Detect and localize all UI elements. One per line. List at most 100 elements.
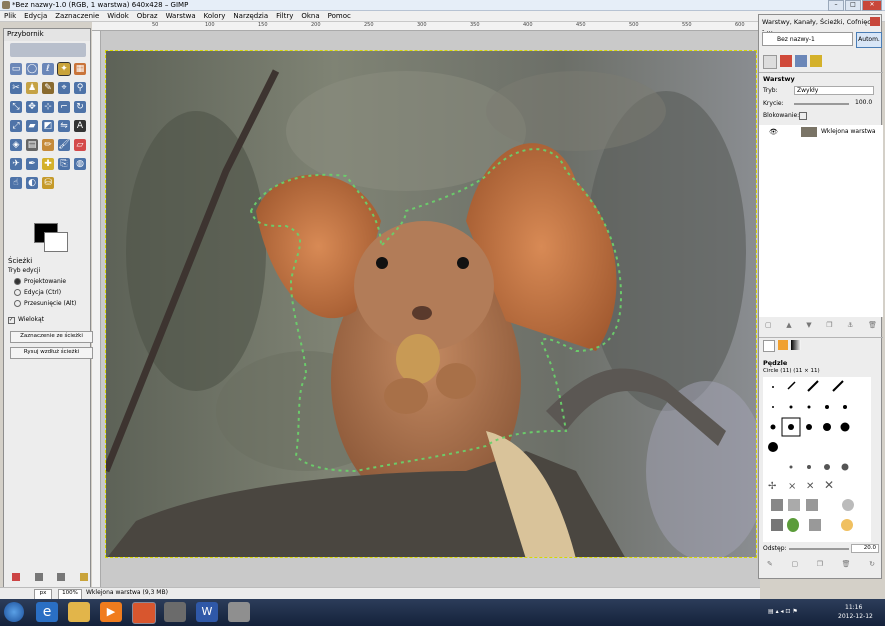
flip-icon[interactable]: ⇋	[58, 120, 70, 132]
menu-obraz[interactable]: Obraz	[133, 11, 162, 21]
align-icon[interactable]: ⊹	[42, 101, 54, 113]
image-canvas[interactable]	[105, 50, 757, 558]
edit-brush-icon[interactable]: ✎	[767, 560, 773, 568]
text-icon[interactable]: A	[74, 120, 86, 132]
gradient-icon[interactable]: ▤	[26, 139, 38, 151]
gimp-app-icon[interactable]	[228, 602, 250, 622]
color-select-icon[interactable]: ▦	[74, 63, 86, 75]
menu-okna[interactable]: Okna	[297, 11, 323, 21]
lower-layer-icon[interactable]: ▼	[806, 321, 811, 329]
start-button[interactable]	[4, 602, 24, 622]
maximize-button[interactable]: □	[845, 0, 861, 11]
opacity-value[interactable]: 100.0	[855, 99, 872, 106]
dodge-burn-icon[interactable]: ◐	[26, 177, 38, 189]
airbrush-icon[interactable]: ✈	[10, 158, 22, 170]
tab-gradients[interactable]	[791, 340, 801, 350]
raise-layer-icon[interactable]: ▲	[786, 321, 791, 329]
clock-time[interactable]: 11:16	[845, 604, 862, 611]
spacing-value[interactable]: 20.0	[851, 544, 879, 553]
wilber-drop-area[interactable]	[10, 43, 86, 57]
mode-edit-option[interactable]: Edycja (Ctrl)	[14, 289, 61, 296]
smudge-icon[interactable]: ☝	[10, 177, 22, 189]
tab-paths[interactable]	[795, 55, 807, 67]
perspective-icon[interactable]: ◩	[42, 120, 54, 132]
menu-warstwa[interactable]: Warstwa	[162, 11, 200, 21]
paths-icon[interactable]: ✎	[42, 82, 54, 94]
new-brush-icon[interactable]: ▢	[791, 560, 798, 568]
scissors-icon[interactable]: ✂	[10, 82, 22, 94]
polygonal-checkbox[interactable]: ✓ Wielokąt	[8, 316, 44, 324]
menu-narzedzia[interactable]: Narzędzia	[229, 11, 272, 21]
ellipse-select-icon[interactable]: ◯	[26, 63, 38, 75]
new-layer-icon[interactable]: ▢	[765, 321, 772, 329]
menu-pomoc[interactable]: Pomoc	[324, 11, 355, 21]
firefox-icon[interactable]	[132, 602, 156, 624]
tab-undo[interactable]	[810, 55, 822, 67]
color-picker-icon[interactable]: ⌖	[58, 82, 70, 94]
minimize-button[interactable]: –	[828, 0, 844, 11]
close-button[interactable]: ✕	[862, 0, 882, 11]
rect-select-icon[interactable]: ▭	[10, 63, 22, 75]
pencil-icon[interactable]: ✏	[42, 139, 54, 151]
rotate-icon[interactable]: ↻	[74, 101, 86, 113]
cage-icon[interactable]: ◈	[10, 139, 22, 151]
visibility-eye-icon[interactable]: 👁	[769, 128, 778, 136]
blur-icon[interactable]: ◍	[74, 158, 86, 170]
vertical-ruler[interactable]	[92, 31, 101, 587]
auto-button[interactable]: Autom.	[856, 32, 882, 48]
menu-widok[interactable]: Widok	[103, 11, 133, 21]
tab-patterns[interactable]	[778, 340, 788, 350]
stroke-path-button[interactable]: Rysuj wzdłuż ścieżki	[10, 347, 93, 359]
delete-brush-icon[interactable]: 🗑	[842, 560, 851, 568]
refresh-brushes-icon[interactable]: ↻	[869, 560, 875, 568]
duplicate-brush-icon[interactable]: ❐	[817, 560, 823, 568]
shear-icon[interactable]: ▰	[26, 120, 38, 132]
layer-mode-select[interactable]: Zwykły	[794, 86, 874, 95]
lock-pixels-checkbox[interactable]	[799, 112, 807, 120]
layers-list[interactable]	[759, 139, 883, 317]
restore-options-icon[interactable]	[34, 573, 43, 581]
media-player-icon[interactable]: ▶	[100, 602, 122, 622]
scale-icon[interactable]: ⤢	[10, 120, 22, 132]
anchor-layer-icon[interactable]: ⚓	[847, 321, 853, 329]
word-icon[interactable]: W	[196, 602, 218, 622]
ink-icon[interactable]: ✒	[26, 158, 38, 170]
tab-layers[interactable]	[763, 55, 777, 69]
crop-icon[interactable]: ⌐	[58, 101, 70, 113]
mode-move-option[interactable]: Przesunięcie (Alt)	[14, 300, 76, 307]
measure-icon[interactable]: ⤡	[10, 101, 22, 113]
tray-icons[interactable]: ▤ ▴ ◂ ⊡ ⚑	[768, 608, 798, 615]
paintbrush-icon[interactable]: 🖌	[58, 139, 70, 151]
internet-explorer-icon[interactable]: e	[36, 602, 58, 622]
zoom-icon[interactable]: ⚲	[74, 82, 86, 94]
lasso-icon[interactable]: ℓ	[42, 63, 54, 75]
selection-from-path-button[interactable]: Zaznaczenie ze ścieżki	[10, 331, 93, 343]
toolbox-window[interactable]: Przybornik ▭ ◯ ℓ ✦ ▦ ✂ ♟ ✎ ⌖ ⚲ ⤡ ✥ ⊹ ⌐ ↻ ⤢ ▰ ◩ ⇋ A ◈ ▤ ✏ 🖌 ▱ ✈ ✒ ✚ ⎘…	[3, 28, 93, 593]
image-selector[interactable]: Bez nazwy-1	[762, 32, 853, 46]
tab-channels[interactable]	[780, 55, 792, 67]
gimp-task-icon[interactable]	[164, 602, 186, 622]
move-icon[interactable]: ✥	[26, 101, 38, 113]
save-options-icon[interactable]	[12, 573, 20, 581]
reset-options-icon[interactable]	[79, 573, 88, 581]
tab-brushes[interactable]	[763, 340, 775, 352]
clone-icon[interactable]: ⎘	[58, 158, 70, 170]
delete-options-icon[interactable]	[57, 573, 66, 581]
mode-design-option[interactable]: Projektowanie	[14, 278, 66, 285]
menu-kolory[interactable]: Kolory	[200, 11, 230, 21]
background-color-swatch[interactable]	[44, 232, 68, 252]
horizontal-ruler[interactable]: 50 100 150 200 250 300 350 400 450 500 5…	[92, 22, 760, 31]
clock-date[interactable]: 2012-12-12	[838, 613, 873, 620]
menu-plik[interactable]: Plik	[0, 11, 20, 21]
foreground-select-icon[interactable]: ♟	[26, 82, 38, 94]
brush-grid[interactable]: ✢ × ✕ ✕	[763, 377, 871, 542]
window-title-bar[interactable]: *Bez nazwy-1.0 (RGB, 1 warstwa) 640x428 …	[0, 0, 885, 11]
delete-layer-icon[interactable]: 🗑	[868, 321, 877, 329]
menu-filtry[interactable]: Filtry	[272, 11, 297, 21]
opacity-slider[interactable]	[794, 103, 849, 105]
layers-dock-window[interactable]: Warstwy, Kanały, Ścieżki, Cofnięcie - … …	[758, 14, 883, 579]
bucket-fill-icon[interactable]: ⛁	[42, 177, 54, 189]
heal-icon[interactable]: ✚	[42, 158, 54, 170]
layer-row[interactable]: 👁 Wklejona warstwa	[759, 125, 883, 139]
menu-edycja[interactable]: Edycja	[20, 11, 51, 21]
